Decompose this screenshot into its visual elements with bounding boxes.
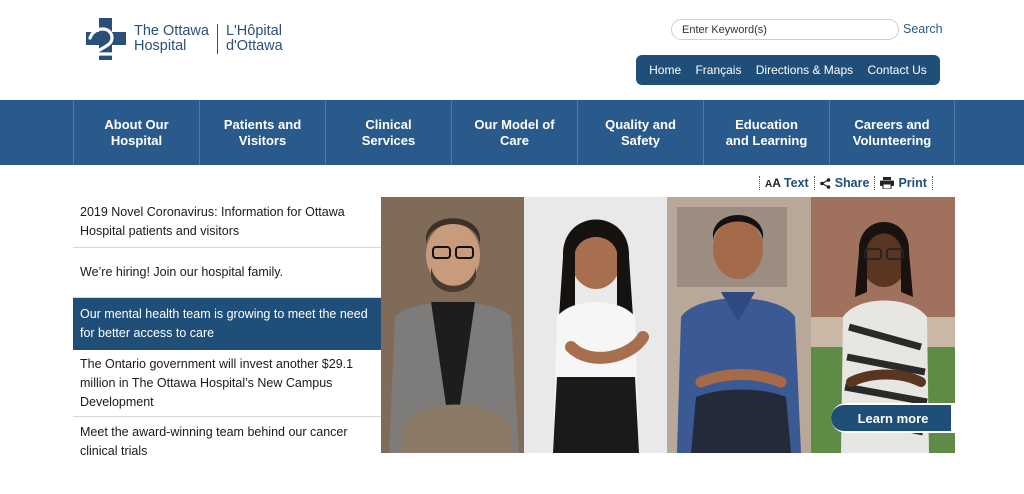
utility-link-francais[interactable]: Français: [695, 63, 741, 77]
tools-separator: [813, 176, 815, 190]
main-nav: About Our Hospital Patients and Visitors C…: [0, 100, 1024, 165]
news-item-text: We’re hiring! Join our hospital family.: [80, 265, 284, 279]
nav-item-our-model-of-care[interactable]: Our Model of Care: [451, 100, 577, 165]
news-item[interactable]: 2019 Novel Coronavirus: Information for …: [73, 197, 381, 248]
share-icon: [819, 177, 830, 189]
nav-label-line1: Education: [735, 116, 798, 132]
news-item[interactable]: We’re hiring! Join our hospital family.: [73, 248, 381, 298]
nav-label-line2: Care: [500, 132, 529, 148]
utility-link-contact-us[interactable]: Contact Us: [867, 63, 926, 77]
utility-link-home[interactable]: Home: [649, 63, 681, 77]
logo-en-line1: The Ottawa: [134, 23, 209, 39]
nav-item-patients-and-visitors[interactable]: Patients and Visitors: [199, 100, 325, 165]
nav-label-line2: Volunteering: [852, 132, 932, 148]
news-list: 2019 Novel Coronavirus: Information for …: [73, 197, 381, 467]
nav-label-line2: Hospital: [110, 132, 163, 148]
text-size-button[interactable]: AA Text: [765, 176, 809, 190]
nav-item-about-our-hospital[interactable]: About Our Hospital: [73, 100, 199, 165]
logo-name-french: L'Hôpital d'Ottawa: [226, 24, 283, 54]
nav-label-line1: Careers and: [854, 116, 930, 132]
print-button[interactable]: Print: [880, 176, 927, 190]
news-item-active[interactable]: Our mental health team is growing to mee…: [73, 298, 381, 350]
nav-label-line1: Patients and: [223, 116, 302, 132]
nav-label-line2: Visitors: [238, 132, 287, 148]
nav-label-line2: Safety: [620, 132, 660, 148]
nav-item-quality-and-safety[interactable]: Quality and Safety: [577, 100, 703, 165]
logo-name-english: The Ottawa Hospital: [134, 24, 209, 54]
news-item-text: Our mental health team is growing to mee…: [80, 307, 368, 340]
nav-label-line2: and Learning: [725, 132, 808, 148]
nav-item-careers-and-volunteering[interactable]: Careers and Volunteering: [829, 100, 955, 165]
tools-separator: [759, 176, 760, 190]
nav-label-line1: Clinical: [365, 116, 412, 132]
nav-label-line1: Quality and: [605, 116, 676, 132]
logo-fr-line2: d'Ottawa: [225, 38, 283, 54]
news-item[interactable]: The Ontario government will invest anoth…: [73, 350, 381, 417]
news-item-text: 2019 Novel Coronavirus: Information for …: [80, 205, 345, 238]
printer-icon: [880, 177, 895, 189]
learn-more-button[interactable]: Learn more: [831, 403, 955, 433]
news-item-text: The Ontario government will invest anoth…: [80, 356, 354, 409]
share-label: Share: [834, 176, 870, 190]
utility-nav: Home Français Directions & Maps Contact …: [636, 55, 940, 85]
hospital-logo[interactable]: The Ottawa Hospital L'Hôpital d'Ottawa: [86, 18, 283, 60]
search-button[interactable]: Search: [903, 22, 943, 36]
logo-en-line2: Hospital: [134, 38, 187, 54]
logo-fr-line1: L'Hôpital: [225, 23, 282, 39]
news-item[interactable]: Meet the award-winning team behind our c…: [73, 417, 381, 467]
news-item-text: Meet the award-winning team behind our c…: [80, 425, 348, 458]
tools-separator: [931, 176, 933, 190]
nav-label-line1: Our Model of: [474, 116, 555, 132]
print-label: Print: [898, 176, 927, 190]
page-tools: AA Text Share Print: [754, 175, 938, 191]
nav-item-clinical-services[interactable]: Clinical Services: [325, 100, 451, 165]
text-size-icon: AA: [765, 176, 781, 190]
logo-divider: [216, 24, 218, 54]
text-size-label: Text: [783, 176, 809, 190]
nav-item-education-and-learning[interactable]: Education and Learning: [703, 100, 829, 165]
utility-link-directions-maps[interactable]: Directions & Maps: [756, 63, 853, 77]
nav-label-line2: Services: [361, 132, 416, 148]
share-button[interactable]: Share: [819, 176, 870, 190]
tools-separator: [874, 176, 876, 190]
nav-label-line1: About Our: [104, 116, 169, 132]
hospital-cross-logo-icon: [86, 18, 126, 60]
search-input[interactable]: [671, 19, 899, 40]
